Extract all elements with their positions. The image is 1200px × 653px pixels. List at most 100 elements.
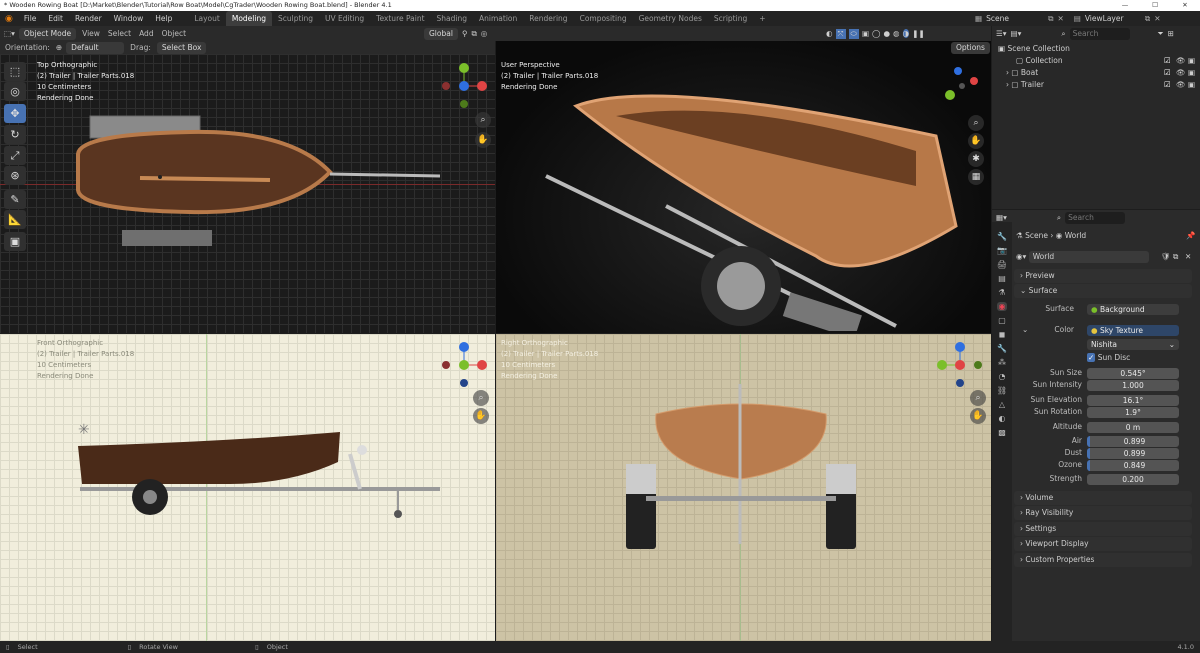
transform-orientation-dropdown[interactable]: Global <box>424 27 458 40</box>
pan-hand-icon[interactable]: ✋ <box>968 133 984 149</box>
visibility-checkbox[interactable]: ☑ <box>1164 55 1171 67</box>
gizmo-toggle-icon[interactable]: ⤧ <box>835 28 846 39</box>
viewport-right-orthographic[interactable]: Right Orthographic (2) Trailer | Trailer … <box>496 334 991 641</box>
select-box-tool-icon[interactable]: ⬚ <box>4 62 26 81</box>
properties-search-input[interactable]: Search <box>1065 212 1126 224</box>
viewport-front-orthographic[interactable]: Front Orthographic (2) Trailer | Trailer … <box>0 334 495 641</box>
tab-rendering[interactable]: Rendering <box>523 11 573 26</box>
tab-scripting[interactable]: Scripting <box>708 11 753 26</box>
constraints-tab-icon[interactable]: ⛓ <box>997 386 1007 395</box>
data-tab-icon[interactable]: △ <box>999 400 1005 409</box>
pan-hand-icon[interactable]: ✋ <box>475 132 491 148</box>
eye-icon[interactable]: 👁 <box>1176 79 1186 91</box>
physics-tab-icon[interactable]: ◔ <box>999 372 1006 381</box>
display-mode-icon[interactable]: ▤▾ <box>1011 28 1022 40</box>
collection-tab-icon[interactable]: ▢ <box>998 316 1006 325</box>
maximize-button[interactable]: ☐ <box>1140 0 1170 11</box>
tab-compositing[interactable]: Compositing <box>574 11 633 26</box>
navigation-gizmo[interactable] <box>440 60 490 110</box>
pivot-icon[interactable]: ⚲ <box>462 29 468 38</box>
outliner-item-collection[interactable]: ▢ Collection ☑ 👁 ▣ <box>992 55 1200 67</box>
scale-tool-icon[interactable]: ⤢ <box>4 146 26 165</box>
snap-icon[interactable]: ⧉ <box>471 29 476 39</box>
menu-object[interactable]: Object <box>160 29 188 38</box>
fake-user-icon[interactable]: 🛡 <box>1161 251 1171 263</box>
editor-type-icon[interactable]: ⬚▾ <box>4 29 15 38</box>
camera-icon[interactable]: ▣ <box>1188 55 1195 67</box>
tab-texture-paint[interactable]: Texture Paint <box>370 11 430 26</box>
material-tab-icon[interactable]: ◐ <box>999 414 1006 423</box>
panel-surface[interactable]: ⌄ Surface <box>1014 284 1192 298</box>
panel-ray-visibility[interactable]: › Ray Visibility <box>1014 506 1192 520</box>
sun-disc-checkbox[interactable]: ✓ Sun Disc <box>1087 353 1130 362</box>
perspective-toggle-icon[interactable]: ▦ <box>968 169 984 185</box>
zoom-icon[interactable]: ⌕ <box>473 390 489 406</box>
object-tab-icon[interactable]: ◼ <box>999 330 1006 339</box>
options-dropdown[interactable]: Options <box>951 42 990 54</box>
rotate-tool-icon[interactable]: ↻ <box>4 125 26 144</box>
outliner-item-boat[interactable]: › ▢ Boat ☑ 👁 ▣ <box>992 67 1200 79</box>
navigation-gizmo[interactable] <box>936 339 986 389</box>
pan-hand-icon[interactable]: ✋ <box>473 408 489 424</box>
menu-edit[interactable]: Edit <box>42 11 69 26</box>
scene-name[interactable]: Scene <box>986 11 1044 26</box>
panel-volume[interactable]: › Volume <box>1014 491 1192 505</box>
pin-icon[interactable]: 📌 <box>1186 230 1195 242</box>
viewport-top-orthographic[interactable]: Top Orthographic (2) Trailer | Trailer Pa… <box>0 54 495 333</box>
minimize-button[interactable]: — <box>1110 0 1140 11</box>
outliner-item-trailer[interactable]: › ▢ Trailer ☑ 👁 ▣ <box>992 79 1200 91</box>
zoom-icon[interactable]: ⌕ <box>970 390 986 406</box>
visibility-checkbox[interactable]: ☑ <box>1164 79 1171 91</box>
menu-add[interactable]: Add <box>137 29 156 38</box>
overlay-toggle-icon[interactable]: ⬭ <box>848 28 859 39</box>
panel-viewport-display[interactable]: › Viewport Display <box>1014 537 1192 551</box>
modifiers-tab-icon[interactable]: 🔧 <box>997 344 1007 353</box>
sun-elevation-field[interactable]: 16.1° <box>1087 395 1179 406</box>
add-workspace-button[interactable]: + <box>753 11 771 26</box>
outliner-search-input[interactable]: Search <box>1069 28 1130 40</box>
world-selector[interactable]: ◉▾ World 🛡 ⧉ ✕ <box>992 251 1200 263</box>
collapse-arrow-icon[interactable]: ⌄ <box>1022 325 1028 334</box>
pan-hand-icon[interactable]: ✋ <box>970 408 986 424</box>
menu-help[interactable]: Help <box>149 11 178 26</box>
move-tool-icon[interactable]: ✥ <box>4 104 26 123</box>
transform-tool-icon[interactable]: ⊛ <box>4 166 26 185</box>
shading-wireframe-icon[interactable]: ◯ <box>872 29 880 38</box>
shading-material-icon[interactable]: ◍ <box>893 29 900 38</box>
measure-tool-icon[interactable]: 📐 <box>4 210 26 229</box>
pause-render-icon[interactable]: ❚❚ <box>912 29 925 38</box>
panel-preview[interactable]: › Preview <box>1014 269 1192 283</box>
camera-icon[interactable]: ▣ <box>1188 67 1195 79</box>
zoom-icon[interactable]: ⌕ <box>968 115 984 131</box>
strength-field[interactable]: 0.200 <box>1087 474 1179 485</box>
world-tab-icon[interactable]: ◉ <box>996 302 1008 311</box>
mode-dropdown[interactable]: Object Mode <box>18 27 77 40</box>
menu-render[interactable]: Render <box>69 11 108 26</box>
menu-view[interactable]: View <box>80 29 102 38</box>
camera-icon[interactable]: ▣ <box>1188 79 1195 91</box>
outliner-item-scene-collection[interactable]: ▣ Scene Collection <box>992 43 1200 55</box>
view-layer-tab-icon[interactable]: ▤ <box>998 274 1006 283</box>
sky-type-dropdown[interactable]: Nishita ⌄ <box>1087 339 1179 350</box>
surface-shader-field[interactable]: ● Background <box>1087 304 1179 315</box>
cursor-tool-icon[interactable]: ◎ <box>4 82 26 101</box>
tab-modeling[interactable]: Modeling <box>225 11 272 26</box>
visibility-checkbox[interactable]: ☑ <box>1164 67 1171 79</box>
visibility-icon[interactable]: ◐ <box>826 29 833 38</box>
dust-field[interactable]: 0.899 <box>1087 448 1179 459</box>
orientation-dropdown[interactable]: Default <box>66 41 125 54</box>
copy-icon[interactable]: ⧉ <box>1173 251 1178 263</box>
xray-icon[interactable]: ▣ <box>862 29 869 38</box>
new-scene-icon[interactable]: ⧉ <box>1048 11 1053 26</box>
blender-logo-icon[interactable]: ◉ <box>0 14 18 24</box>
view-layer-icon[interactable]: ▤ <box>1074 11 1081 26</box>
filter-icon[interactable]: ⏷ <box>1158 28 1164 40</box>
eye-icon[interactable]: 👁 <box>1176 67 1186 79</box>
tab-layout[interactable]: Layout <box>188 11 226 26</box>
scene-icon[interactable]: ▦ <box>975 11 982 26</box>
tab-geometry-nodes[interactable]: Geometry Nodes <box>633 11 708 26</box>
unlink-icon[interactable]: ✕ <box>1185 251 1191 263</box>
tab-uv-editing[interactable]: UV Editing <box>319 11 370 26</box>
outliner-editor-icon[interactable]: ☰▾ <box>996 28 1007 40</box>
shading-solid-icon[interactable]: ● <box>883 29 890 38</box>
